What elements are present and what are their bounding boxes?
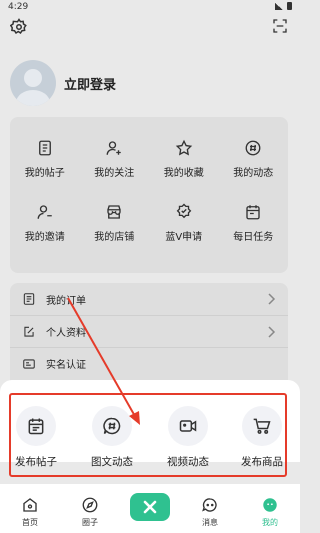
chevron-right-icon: [268, 293, 276, 305]
invite-icon: [37, 205, 52, 219]
list-item-verification[interactable]: 实名认证: [10, 347, 288, 379]
profile-header[interactable]: 立即登录: [10, 58, 116, 108]
gear-icon[interactable]: [10, 18, 28, 36]
grid-item-my-invites[interactable]: 我的邀请: [10, 203, 80, 243]
verified-badge-icon: [176, 203, 192, 219]
profile-icon: [263, 498, 277, 512]
compass-icon: [82, 497, 98, 513]
hashtag-icon: [245, 140, 261, 156]
star-icon: [175, 139, 192, 156]
top-bar: [0, 14, 300, 42]
settings-list-card: 我的订单 个人资料 实名认证: [10, 283, 288, 393]
avatar-head: [24, 69, 42, 87]
chevron-right-icon: [268, 326, 276, 338]
avatar-body: [16, 90, 50, 106]
close-icon: [143, 500, 157, 514]
grid-item-label: 我的帖子: [24, 168, 65, 179]
id-icon: [23, 358, 35, 369]
grid-item-daily-task[interactable]: 每日任务: [219, 203, 289, 243]
list-item-label: 实名认证: [46, 360, 86, 371]
grid-item-my-activity[interactable]: 我的动态: [219, 139, 289, 179]
tab-home[interactable]: 首页: [0, 484, 60, 533]
tab-label: 圈子: [82, 518, 98, 527]
tab-messages[interactable]: 消息: [180, 484, 240, 533]
list-item-label: 个人资料: [46, 328, 86, 339]
login-link[interactable]: 立即登录: [64, 74, 116, 93]
grid-item-label: 我的收藏: [163, 168, 204, 179]
list-item-profile[interactable]: 个人资料: [10, 315, 288, 347]
bottom-tab-bar: 首页 圈子 消息 我的: [0, 484, 300, 533]
grid-item-my-posts[interactable]: 我的帖子: [10, 139, 80, 179]
grid-item-my-follows[interactable]: 我的关注: [80, 139, 150, 179]
grid-item-label: 蓝V申请: [165, 232, 203, 243]
battery-icon: [287, 2, 292, 10]
feature-grid: 我的帖子 我的关注 我的收藏 我的动态 我的邀请 我的店铺 蓝V申请 每日任务: [10, 117, 288, 243]
message-icon: [202, 498, 217, 512]
status-time: 4:29: [8, 2, 29, 12]
grid-item-label: 我的店铺: [94, 232, 135, 243]
status-bar: 4:29: [0, 0, 300, 14]
list-item-orders[interactable]: 我的订单: [10, 283, 288, 315]
scan-icon[interactable]: [272, 18, 288, 34]
grid-item-label: 我的关注: [94, 168, 135, 179]
close-publish-button[interactable]: [130, 493, 170, 521]
status-icons: [275, 2, 292, 10]
grid-item-my-favorites[interactable]: 我的收藏: [149, 139, 219, 179]
grid-item-label: 我的动态: [233, 168, 274, 179]
home-icon: [23, 498, 37, 512]
grid-item-my-store[interactable]: 我的店铺: [80, 203, 150, 243]
list-item-label: 我的订单: [46, 295, 86, 307]
tab-publish[interactable]: [120, 484, 180, 533]
tab-mine[interactable]: 我的: [240, 484, 300, 533]
grid-item-blue-v[interactable]: 蓝V申请: [149, 203, 219, 243]
edit-icon: [24, 326, 34, 337]
tab-label: 消息: [202, 518, 218, 527]
feature-grid-card: 我的帖子 我的关注 我的收藏 我的动态 我的邀请 我的店铺 蓝V申请 每日任务: [10, 117, 288, 273]
post-icon: [38, 140, 51, 156]
highlight-box: [9, 393, 287, 477]
tab-circle[interactable]: 圈子: [60, 484, 120, 533]
avatar[interactable]: [10, 60, 56, 106]
tab-label: 首页: [22, 518, 38, 527]
calendar-icon: [246, 205, 260, 220]
user-plus-icon: [106, 141, 121, 155]
store-icon: [107, 205, 121, 219]
order-icon: [23, 293, 35, 305]
signal-icon: [275, 2, 283, 10]
grid-item-label: 我的邀请: [24, 232, 65, 243]
tab-label: 我的: [262, 518, 278, 527]
grid-item-label: 每日任务: [233, 232, 274, 243]
